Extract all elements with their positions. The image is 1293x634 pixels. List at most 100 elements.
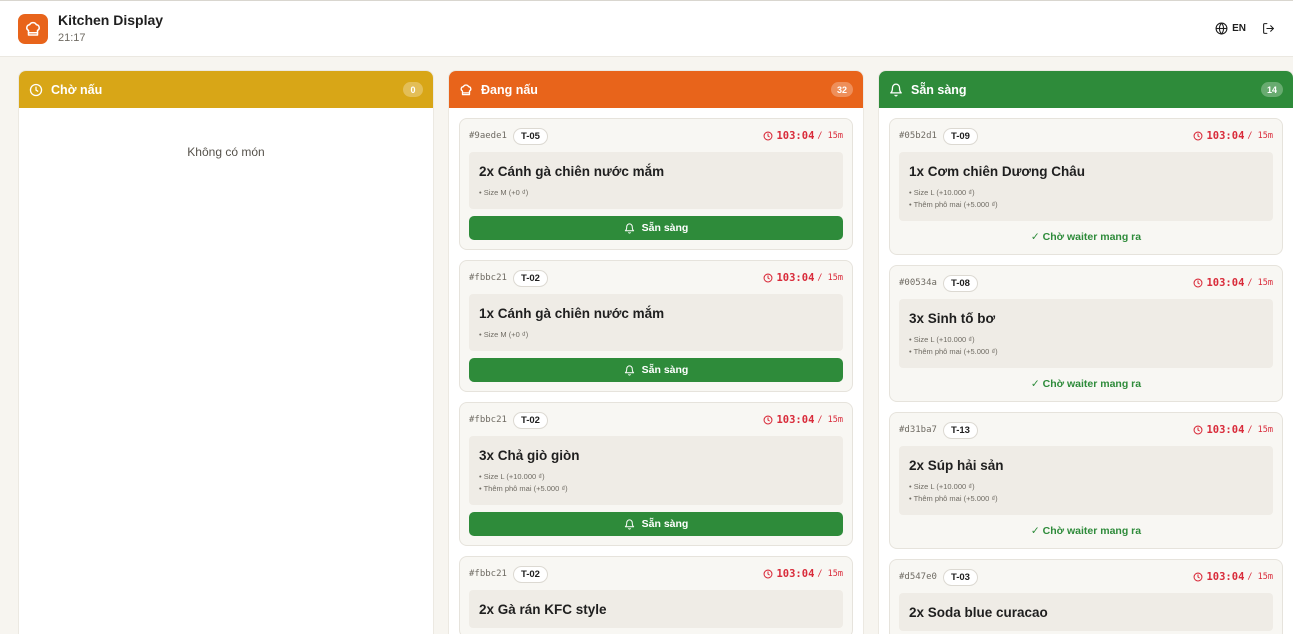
mark-ready-button[interactable]: Sẵn sàng: [469, 358, 843, 382]
table-badge: T-03: [942, 568, 978, 586]
column-body-cooking: #9aede1 T-05 103:04 / 15m 2x Cánh gà chi…: [449, 108, 863, 634]
app-title: Kitchen Display: [58, 12, 164, 28]
order-timer: 103:04 / 15m: [763, 568, 843, 580]
app-header: Kitchen Display 21:17 EN: [0, 0, 1293, 57]
table-badge: T-02: [512, 269, 548, 287]
order-card: #00534a T-08 103:04 / 15m 3x Sinh tố bơ …: [889, 265, 1283, 402]
column-header-cooking: Đang nấu 32: [449, 71, 863, 108]
elapsed-time: 103:04: [1206, 571, 1245, 583]
card-top-row: #d547e0 T-03 103:04 / 15m: [899, 568, 1273, 586]
time-limit: / 15m: [1247, 278, 1273, 288]
order-card: #d31ba7 T-13 103:04 / 15m 2x Súp hải sản…: [889, 412, 1283, 549]
item-box: 3x Sinh tố bơ • Size L (+10.000 ₫) • Thê…: [899, 299, 1273, 368]
waiter-status: ✓ Chờ waiter mang ra: [1030, 524, 1142, 537]
item-modifiers: • Size L (+10.000 ₫) • Thêm phô mai (+5.…: [479, 471, 833, 495]
item-name: 2x Soda blue curacao: [909, 605, 1048, 620]
item-name: 1x Cánh gà chiên nước mắm: [479, 306, 665, 321]
column-body-ready: #05b2d1 T-09 103:04 / 15m 1x Cơm chiên D…: [879, 108, 1293, 634]
column-count-cooking: 32: [830, 82, 853, 97]
clock-icon: [29, 83, 43, 97]
header-actions: EN: [1215, 22, 1275, 35]
order-timer: 103:04 / 15m: [763, 414, 843, 426]
item-modifier: • Size L (+10.000 ₫): [909, 188, 975, 197]
timer-icon: [763, 273, 773, 283]
item-modifiers: • Size L (+10.000 ₫) • Thêm phô mai (+5.…: [909, 187, 1263, 211]
logout-button[interactable]: [1262, 22, 1275, 35]
table-badge: T-02: [512, 565, 548, 583]
bell-icon: [624, 518, 635, 530]
order-card: #fbbc21 T-02 103:04 / 15m 1x Cánh gà chi…: [459, 260, 853, 392]
mark-ready-label: Sẵn sàng: [641, 364, 689, 376]
item-box: 1x Cơm chiên Dương Châu • Size L (+10.00…: [899, 152, 1273, 221]
item-modifier: • Thêm phô mai (+5.000 ₫): [909, 347, 998, 356]
item-box: 2x Súp hải sản • Size L (+10.000 ₫) • Th…: [899, 446, 1273, 515]
elapsed-time: 103:04: [1206, 424, 1245, 436]
order-id: #fbbc21: [469, 569, 507, 579]
table-badge: T-02: [512, 411, 548, 429]
timer-icon: [1193, 425, 1203, 435]
item-name: 2x Gà rán KFC style: [479, 602, 607, 617]
timer-icon: [1193, 572, 1203, 582]
order-timer: 103:04 / 15m: [1193, 424, 1273, 436]
globe-icon: [1215, 22, 1228, 35]
column-ready: Sẵn sàng 14 #05b2d1 T-09 103:04 / 15m 1x…: [878, 70, 1293, 634]
card-top-row: #00534a T-08 103:04 / 15m: [899, 274, 1273, 292]
order-timer: 103:04 / 15m: [1193, 130, 1273, 142]
item-modifier: • Size L (+10.000 ₫): [479, 472, 545, 481]
item-box: 2x Soda blue curacao: [899, 593, 1273, 631]
bell-icon: [624, 364, 635, 376]
item-modifier: • Size L (+10.000 ₫): [909, 482, 975, 491]
order-id: #00534a: [899, 278, 937, 288]
item-box: 2x Cánh gà chiên nước mắm • Size M (+0 ₫…: [469, 152, 843, 209]
order-id: #fbbc21: [469, 273, 507, 283]
timer-icon: [1193, 278, 1203, 288]
order-timer: 103:04 / 15m: [763, 130, 843, 142]
timer-icon: [763, 569, 773, 579]
time-limit: / 15m: [1247, 131, 1273, 141]
item-modifier: • Size M (+0 ₫): [479, 188, 529, 197]
table-badge: T-05: [512, 127, 548, 145]
item-modifiers: • Size L (+10.000 ₫) • Thêm phô mai (+5.…: [909, 481, 1263, 505]
order-timer: 103:04 / 15m: [763, 272, 843, 284]
item-name: 1x Cơm chiên Dương Châu: [909, 164, 1085, 179]
mark-ready-button[interactable]: Sẵn sàng: [469, 512, 843, 536]
order-card: #d547e0 T-03 103:04 / 15m 2x Soda blue c…: [889, 559, 1283, 634]
chef-hat-icon: [459, 83, 473, 97]
order-id: #d31ba7: [899, 425, 937, 435]
chef-hat-icon: [18, 13, 48, 44]
language-button[interactable]: EN: [1215, 22, 1246, 35]
time-limit: / 15m: [1247, 572, 1273, 582]
card-top-row: #fbbc21 T-02 103:04 / 15m: [469, 269, 843, 287]
item-modifiers: • Size M (+0 ₫): [479, 187, 833, 199]
column-title-cooking: Đang nấu: [481, 82, 538, 97]
item-modifier: • Size L (+10.000 ₫): [909, 335, 975, 344]
item-box: 2x Gà rán KFC style: [469, 590, 843, 628]
order-card: #9aede1 T-05 103:04 / 15m 2x Cánh gà chi…: [459, 118, 853, 250]
mark-ready-button[interactable]: Sẵn sàng: [469, 216, 843, 240]
table-badge: T-13: [942, 421, 978, 439]
item-name: 2x Cánh gà chiên nước mắm: [479, 164, 665, 179]
empty-state-text: Không có món: [187, 145, 265, 159]
item-modifier: • Thêm phô mai (+5.000 ₫): [479, 484, 568, 493]
column-header-waiting: Chờ nấu 0: [19, 71, 433, 108]
timer-icon: [1193, 131, 1203, 141]
item-modifier: • Thêm phô mai (+5.000 ₫): [909, 494, 998, 503]
order-timer: 103:04 / 15m: [1193, 571, 1273, 583]
logout-icon: [1262, 22, 1275, 35]
elapsed-time: 103:04: [776, 130, 815, 142]
order-id: #d547e0: [899, 572, 937, 582]
elapsed-time: 103:04: [776, 272, 815, 284]
elapsed-time: 103:04: [1206, 277, 1245, 289]
item-name: 3x Sinh tố bơ: [909, 311, 996, 326]
time-limit: / 15m: [817, 569, 843, 579]
bell-icon: [624, 222, 635, 234]
column-count-ready: 14: [1260, 82, 1283, 97]
item-modifier: • Thêm phô mai (+5.000 ₫): [909, 200, 998, 209]
language-label: EN: [1232, 23, 1246, 34]
item-name: 3x Chả giò giòn: [479, 448, 580, 463]
card-top-row: #fbbc21 T-02 103:04 / 15m: [469, 565, 843, 583]
order-id: #fbbc21: [469, 415, 507, 425]
column-header-ready: Sẵn sàng 14: [879, 71, 1293, 108]
time-limit: / 15m: [817, 415, 843, 425]
card-top-row: #fbbc21 T-02 103:04 / 15m: [469, 411, 843, 429]
